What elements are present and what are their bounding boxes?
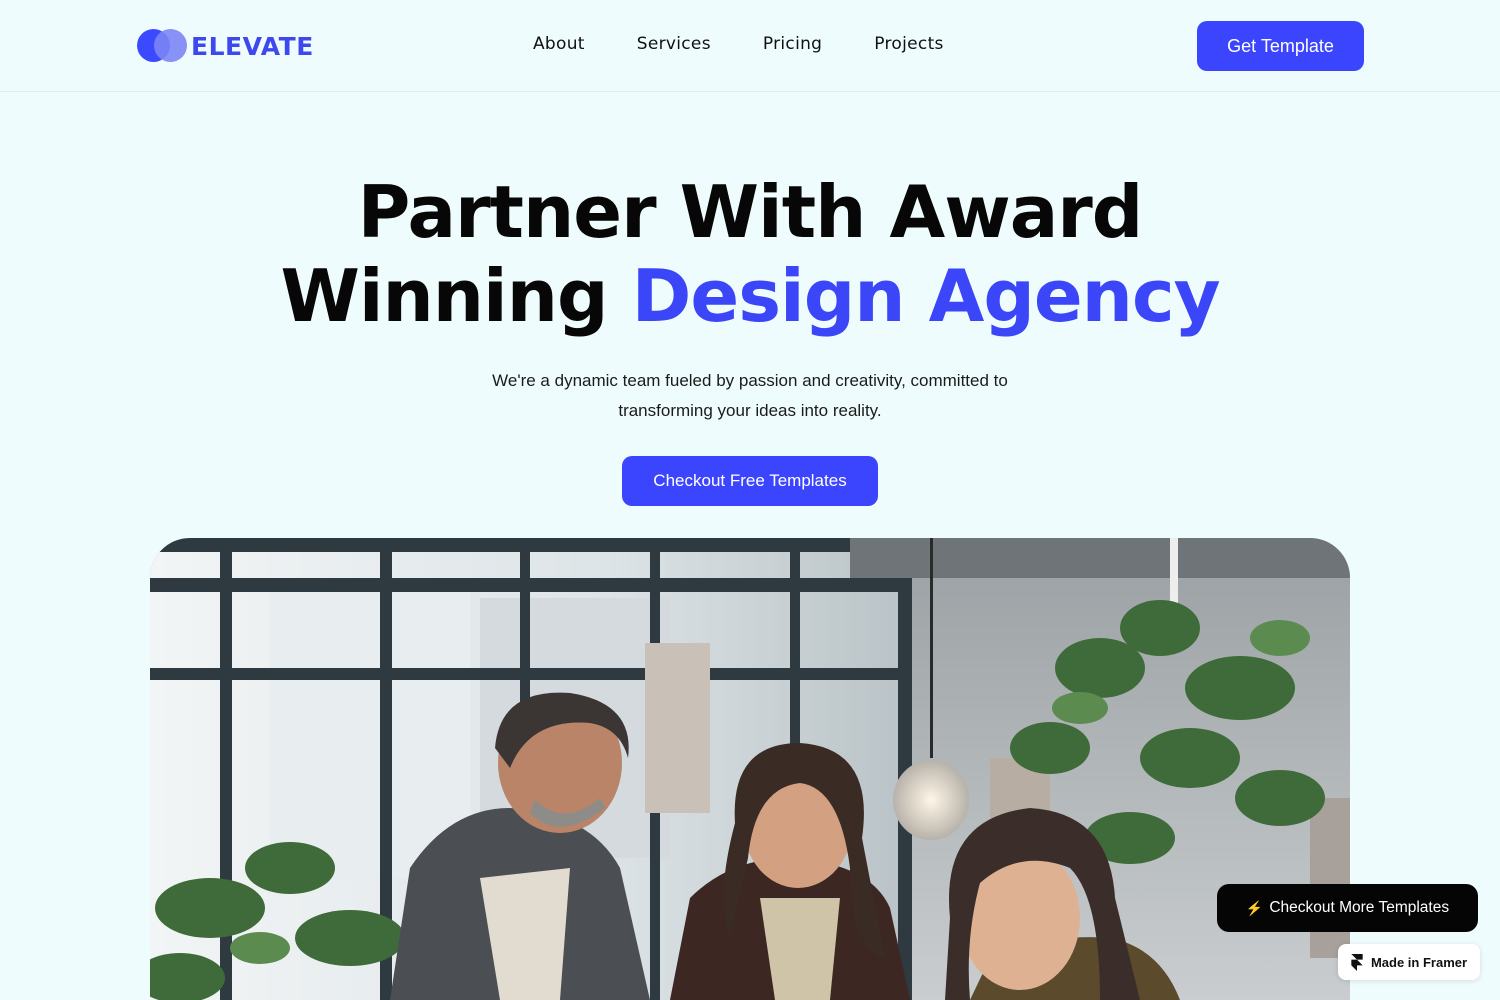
team-meeting-photo xyxy=(150,538,1350,1000)
hero-title-accent: Design Agency xyxy=(631,254,1221,338)
nav-link-projects[interactable]: Projects xyxy=(874,34,943,54)
nav-link-pricing[interactable]: Pricing xyxy=(763,34,822,54)
checkout-more-templates-label: Checkout More Templates xyxy=(1269,899,1450,916)
nav-link-about[interactable]: About xyxy=(533,34,585,54)
hero-subtitle: We're a dynamic team fueled by passion a… xyxy=(492,371,1008,420)
logo-circles-icon xyxy=(137,29,189,63)
brand-logo[interactable]: ELEVATE xyxy=(137,29,314,63)
lightning-icon: ⚡ xyxy=(1245,899,1264,916)
site-header: ELEVATE About Services Pricing Projects … xyxy=(0,0,1500,92)
hero-title-line1: Partner With Award xyxy=(357,170,1144,254)
checkout-more-templates-button[interactable]: ⚡ Checkout More Templates xyxy=(1217,884,1478,932)
get-template-button[interactable]: Get Template xyxy=(1197,21,1364,71)
made-in-framer-badge[interactable]: Made in Framer xyxy=(1338,944,1480,980)
nav-link-services[interactable]: Services xyxy=(637,34,711,54)
hero-title-line2: Winning xyxy=(280,254,632,338)
hero-title: Partner With Award Winning Design Agency xyxy=(0,170,1500,338)
main-nav: About Services Pricing Projects xyxy=(533,34,944,54)
checkout-free-templates-button[interactable]: Checkout Free Templates xyxy=(622,456,878,506)
framer-icon xyxy=(1351,953,1363,971)
brand-name: ELEVATE xyxy=(191,31,314,61)
made-in-framer-label: Made in Framer xyxy=(1370,954,1468,970)
